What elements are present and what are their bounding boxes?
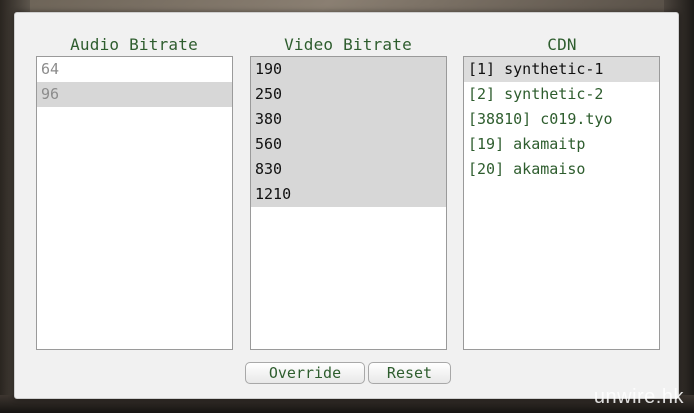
video-bitrate-list[interactable]: 190 250 380 560 830 1210 xyxy=(250,56,447,350)
cdn-option[interactable]: [19] akamaitp xyxy=(464,132,659,157)
cdn-option[interactable]: [38810] c019.tyo xyxy=(464,107,659,132)
video-bitrate-title: Video Bitrate xyxy=(284,35,412,54)
video-bitrate-option[interactable]: 250 xyxy=(251,82,446,107)
video-bitrate-option[interactable]: 380 xyxy=(251,107,446,132)
override-button[interactable]: Override xyxy=(245,362,365,384)
cdn-list[interactable]: [1] synthetic-1 [2] synthetic-2 [38810] … xyxy=(463,56,660,350)
audio-bitrate-option-selected[interactable]: 96 xyxy=(37,82,232,107)
video-bitrate-option[interactable]: 190 xyxy=(251,57,446,82)
audio-bitrate-option[interactable]: 64 xyxy=(37,57,232,82)
bitrate-override-panel: Audio Bitrate Video Bitrate CDN 64 96 19… xyxy=(14,12,679,399)
audio-bitrate-title: Audio Bitrate xyxy=(70,35,198,54)
cdn-option[interactable]: [2] synthetic-2 xyxy=(464,82,659,107)
reset-button[interactable]: Reset xyxy=(368,362,451,384)
cdn-option[interactable]: [20] akamaiso xyxy=(464,157,659,182)
video-bitrate-option[interactable]: 1210 xyxy=(251,182,446,207)
audio-bitrate-list[interactable]: 64 96 xyxy=(36,56,233,350)
cdn-title: CDN xyxy=(547,35,577,54)
video-bitrate-option[interactable]: 830 xyxy=(251,157,446,182)
video-bitrate-option[interactable]: 560 xyxy=(251,132,446,157)
watermark-text: unwire.hk xyxy=(593,386,684,408)
cdn-option-selected[interactable]: [1] synthetic-1 xyxy=(464,57,659,82)
